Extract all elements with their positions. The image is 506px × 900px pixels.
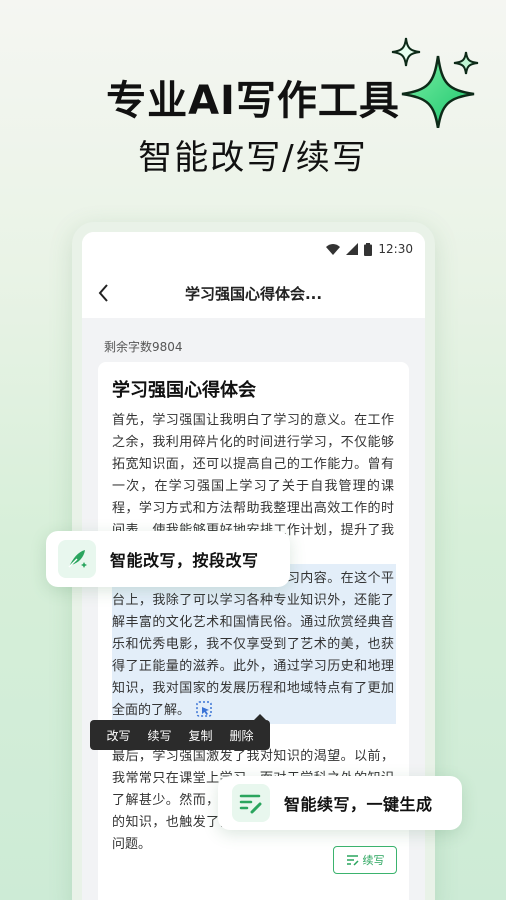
lines-pen-icon bbox=[346, 855, 359, 866]
rewrite-callout: 智能改写，按段改写 bbox=[46, 531, 290, 587]
nav-title: 学习强国心得体会... bbox=[184, 284, 323, 303]
status-time: 12:30 bbox=[378, 242, 413, 256]
feather-sparkle-icon bbox=[58, 540, 96, 578]
status-bar: 12:30 bbox=[326, 238, 413, 260]
battery-icon bbox=[364, 242, 373, 256]
nav-bar: 学习强国心得体会... bbox=[82, 270, 425, 316]
paragraph-2[interactable]: 其次，学习强国丰富了我的学习内容。在这个平台上，我除了可以学习各种专业知识外，还… bbox=[112, 568, 394, 722]
wifi-icon bbox=[326, 244, 341, 255]
context-menu: 改写 续写 复制 删除 bbox=[90, 720, 270, 750]
signal-icon bbox=[346, 243, 359, 255]
continue-callout: 智能续写，一键生成 bbox=[218, 776, 462, 830]
paragraph-2-text: 其次，学习强国丰富了我的学习内容。在这个平台上，我除了可以学习各种专业知识外，还… bbox=[112, 571, 394, 718]
back-arrow-icon[interactable] bbox=[96, 282, 112, 304]
menu-delete[interactable]: 删除 bbox=[229, 727, 253, 744]
rewrite-callout-text: 智能改写，按段改写 bbox=[110, 551, 259, 570]
cursor-select-icon bbox=[196, 701, 212, 717]
continue-callout-text: 智能续写，一键生成 bbox=[284, 795, 433, 814]
menu-continue[interactable]: 续写 bbox=[147, 727, 171, 744]
menu-copy[interactable]: 复制 bbox=[188, 727, 212, 744]
sparkle-icon bbox=[391, 37, 479, 128]
menu-rewrite[interactable]: 改写 bbox=[106, 727, 130, 744]
remaining-count: 剩余字数9804 bbox=[104, 340, 183, 354]
continue-button[interactable]: 续写 bbox=[333, 846, 397, 874]
selected-paragraph[interactable]: 其次，学习强国丰富了我的学习内容。在这个平台上，我除了可以学习各种专业知识外，还… bbox=[112, 564, 396, 724]
lines-pen-icon bbox=[232, 784, 270, 822]
continue-button-label: 续写 bbox=[362, 854, 385, 867]
document-title[interactable]: 学习强国心得体会 bbox=[112, 376, 256, 402]
headline-subtitle: 智能改写/续写 bbox=[138, 138, 368, 178]
